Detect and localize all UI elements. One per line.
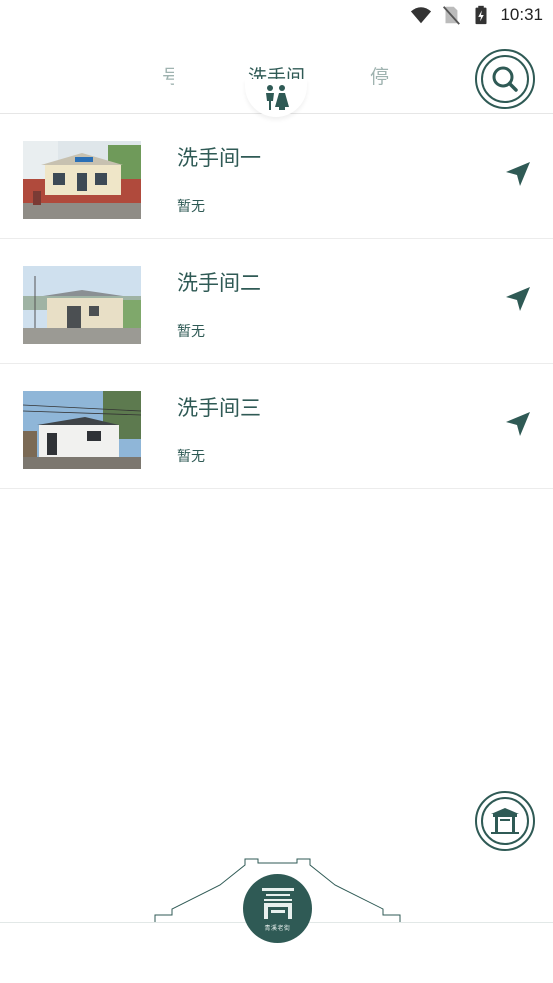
- restroom-icon: [266, 85, 289, 110]
- logo-caption: 青溪老街: [264, 925, 291, 932]
- battery-charging-icon: [475, 5, 487, 25]
- no-sim-icon: [443, 6, 461, 25]
- restroom-name: 洗手间二: [177, 271, 261, 295]
- restroom-name: 洗手间一: [177, 146, 261, 170]
- home-logo-button[interactable]: 青溪老街: [243, 874, 312, 943]
- navigation-arrow-icon[interactable]: [504, 285, 532, 313]
- restroom-photo: [23, 266, 141, 344]
- restroom-status: 暂无: [177, 449, 205, 465]
- search-button[interactable]: [475, 49, 535, 109]
- status-icons: 10:31: [410, 4, 543, 26]
- search-icon: [492, 66, 518, 92]
- status-time: 10:31: [500, 5, 543, 24]
- restroom-photo: [23, 391, 141, 469]
- restroom-photo: [23, 141, 141, 219]
- gate-button-inner: [481, 797, 529, 845]
- tab-parking[interactable]: 停: [370, 62, 389, 89]
- list-item[interactable]: 洗手间二 暂无: [0, 239, 553, 364]
- restroom-name: 洗手间三: [177, 396, 261, 420]
- gate-icon: [491, 808, 519, 834]
- status-bar: 10:31: [0, 0, 553, 32]
- navigation-arrow-icon[interactable]: [504, 160, 532, 188]
- list-item[interactable]: 洗手间三 暂无: [0, 364, 553, 489]
- wifi-icon: [411, 7, 432, 24]
- restroom-status: 暂无: [177, 324, 205, 340]
- restroom-status: 暂无: [177, 199, 205, 215]
- gate-button[interactable]: [475, 791, 535, 851]
- search-button-inner: [481, 55, 529, 103]
- navigation-arrow-icon[interactable]: [504, 410, 532, 438]
- tab-previous[interactable]: 号: [162, 62, 174, 89]
- list-item[interactable]: 洗手间一 暂无: [0, 114, 553, 239]
- restroom-list: 洗手间一 暂无 洗手间二 暂无 洗手间三 暂无: [0, 114, 553, 489]
- logo-mark: [261, 888, 294, 919]
